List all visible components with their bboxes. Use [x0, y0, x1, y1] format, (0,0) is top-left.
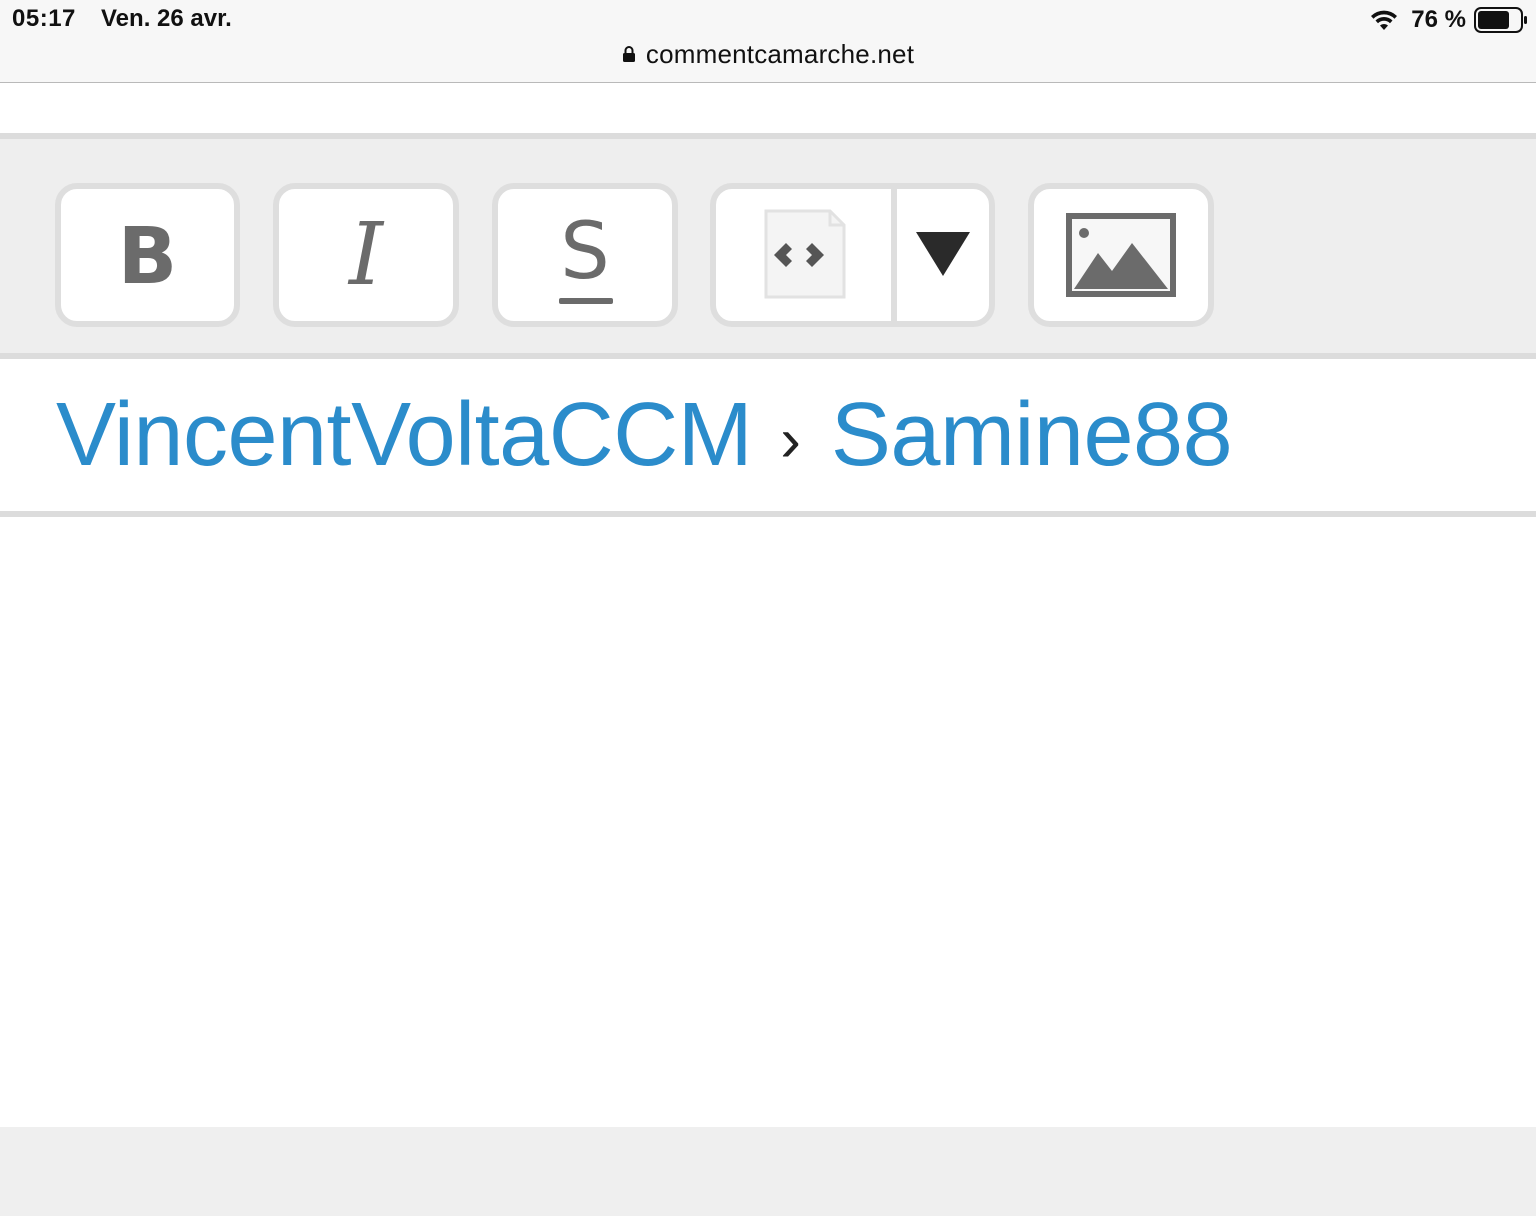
status-date: Ven. 26 avr.	[101, 5, 232, 32]
dropdown-arrow-icon	[916, 232, 970, 276]
breadcrumb: VincentVoltaCCM › Samine88	[56, 380, 1233, 490]
ios-status-bar: 05:17 Ven. 26 avr. 76 % commentcamarche.…	[0, 0, 1536, 83]
strikethrough-underline	[559, 298, 613, 304]
strikethrough-icon: S	[555, 207, 615, 304]
breadcrumb-item-samine88[interactable]: Samine88	[831, 384, 1233, 487]
bold-icon: B	[117, 212, 178, 302]
status-time: 05:17	[12, 5, 76, 32]
code-file-icon	[764, 209, 845, 299]
battery-percent: 76 %	[1411, 6, 1466, 33]
image-icon	[1066, 213, 1176, 297]
breadcrumb-item-vincentvoltaccm[interactable]: VincentVoltaCCM	[56, 384, 753, 487]
section-divider	[0, 511, 1536, 517]
wifi-icon	[1371, 10, 1398, 30]
battery-icon	[1474, 7, 1527, 33]
footer-band	[0, 1127, 1536, 1216]
insert-image-button[interactable]	[1028, 183, 1214, 327]
italic-button[interactable]: I	[273, 183, 459, 327]
editor-toolbar: B I S	[0, 133, 1536, 359]
bold-button[interactable]: B	[55, 183, 240, 327]
insert-code-button[interactable]	[716, 189, 891, 321]
strikethrough-glyph: S	[560, 207, 610, 297]
italic-icon: I	[349, 205, 383, 305]
status-indicators: 76 %	[1369, 4, 1528, 36]
code-dropdown-toggle[interactable]	[897, 189, 989, 321]
lock-icon	[622, 46, 635, 62]
code-block-button[interactable]	[710, 183, 995, 327]
url-text[interactable]: commentcamarche.net	[646, 39, 914, 70]
address-bar[interactable]: commentcamarche.net	[0, 36, 1536, 72]
breadcrumb-separator: ›	[780, 405, 801, 475]
strikethrough-button[interactable]: S	[492, 183, 678, 327]
